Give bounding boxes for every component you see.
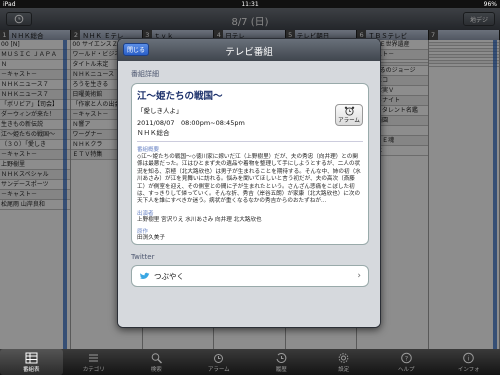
tab-help[interactable]: ? ヘルプ: [375, 349, 438, 375]
alarm-clock-icon: [344, 106, 354, 116]
cast-list: 上野樹里 宮沢りえ 水川あさみ 向井理 北大路欣也: [137, 216, 262, 223]
summary-label: 番組概要: [137, 147, 160, 153]
tweet-button[interactable]: つぶやく ›: [131, 265, 369, 287]
tab-search[interactable]: 検索: [125, 349, 188, 375]
program-subtitle: 「愛しき人よ」: [137, 107, 183, 115]
twitter-bird-icon: [140, 272, 150, 279]
author-label: 原作: [137, 228, 149, 235]
modal-body[interactable]: 番組詳細 江～姫たちの戦国～ 「愛しき人よ」 2011/08/07 08:00p…: [118, 61, 380, 327]
tab-info[interactable]: i インフォ: [438, 349, 500, 375]
alarm-button[interactable]: アラーム: [335, 104, 363, 126]
section-detail-label: 番組詳細: [131, 70, 159, 78]
modal-header: 閉じる テレビ番組: [118, 39, 380, 61]
station-name: ＮＨＫ総合: [137, 129, 170, 137]
tweet-label: つぶやく: [154, 271, 184, 281]
tab-label: 番組表: [22, 366, 40, 373]
list-icon: [89, 354, 99, 361]
program-detail-modal: 閉じる テレビ番組 番組詳細 江～姫たちの戦国～ 「愛しき人よ」 2011/08…: [117, 38, 381, 328]
tab-alarm-clock[interactable]: アラーム: [188, 349, 251, 375]
help-icon: ?: [400, 352, 412, 363]
alarm-label: アラーム: [338, 118, 360, 124]
info-icon: i: [463, 352, 475, 363]
chevron-right-icon: ›: [357, 271, 361, 281]
tab-bar: 番組表 カテゴリ 検索 アラーム 履歴 設定? ヘルプ i インフォ: [0, 349, 500, 375]
history-icon: [276, 352, 287, 363]
svg-text:?: ?: [405, 354, 408, 362]
tab-gear[interactable]: 設定: [313, 349, 376, 375]
modal-title: テレビ番組: [225, 47, 273, 58]
tab-list[interactable]: カテゴリ: [63, 349, 126, 375]
air-time: 2011/08/07 08:00pm~08:45pm: [137, 119, 245, 127]
grid-icon: [25, 352, 38, 363]
svg-text:i: i: [468, 354, 470, 362]
gear-icon: [338, 352, 349, 363]
alarm-clock-icon: [214, 353, 224, 363]
author-name: 田渕久美子: [137, 234, 165, 241]
program-summary: ◇江～姫たちの戦国～◇徳川家に嫁いだ江（上野樹里）だが、夫の秀忠（向井理）との関…: [137, 154, 361, 205]
tab-label: ヘルプ: [397, 366, 415, 373]
clock: 11:31: [241, 0, 259, 8]
program-title: 江～姫たちの戦国～: [137, 91, 223, 102]
divider: [137, 141, 363, 142]
tab-label: 設定: [338, 366, 350, 373]
tab-grid[interactable]: 番組表: [0, 349, 63, 375]
tab-label: 履歴: [275, 366, 287, 373]
program-detail-card: 江～姫たちの戦国～ 「愛しき人よ」 2011/08/07 08:00pm~08:…: [131, 83, 369, 245]
tab-history[interactable]: 履歴: [250, 349, 313, 375]
search-icon: [151, 352, 162, 363]
status-bar: iPad 11:31 96%: [0, 0, 500, 8]
tab-label: インフォ: [457, 366, 480, 373]
tab-label: カテゴリ: [82, 366, 105, 373]
cast-label: 出演者: [137, 210, 154, 217]
tab-label: アラーム: [207, 366, 230, 373]
twitter-section-label: Twitter: [131, 253, 155, 261]
tab-label: 検索: [150, 366, 162, 373]
